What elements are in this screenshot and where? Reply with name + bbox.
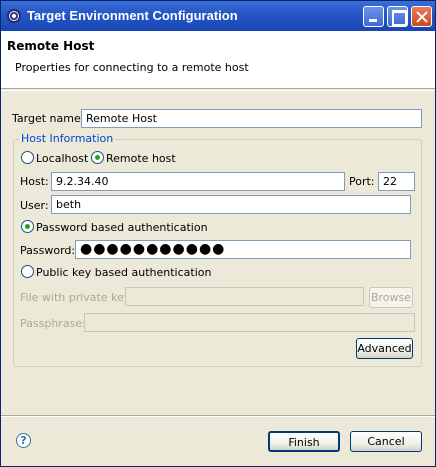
password-input[interactable]: ●●●●●●●●●●● [75,240,411,259]
public-key-auth-label[interactable]: Public key based authentication [36,266,211,279]
port-label: Port: [349,175,375,188]
eclipse-logo-icon [7,9,21,23]
host-input[interactable]: 9.2.34.40 [51,172,345,191]
localhost-label[interactable]: Localhost [36,152,88,165]
remote-host-label[interactable]: Remote host [106,152,176,165]
port-input[interactable]: 22 [378,172,415,191]
help-icon[interactable]: ? [16,433,31,448]
close-button[interactable] [411,6,432,27]
passphrase-label: Passphrase: [20,317,86,330]
host-label: Host: [20,175,49,188]
browse-button[interactable]: Browse [369,287,413,308]
page-description: Properties for connecting to a remote ho… [15,61,249,74]
password-auth-label[interactable]: Password based authentication [36,221,208,234]
user-label: User: [20,199,49,212]
private-key-label: File with private key: [20,291,134,304]
cancel-button[interactable]: Cancel [350,431,422,452]
public-key-auth-radio[interactable] [21,265,34,278]
private-key-input[interactable] [125,287,364,306]
password-label: Password: [20,244,76,257]
footer-separator [1,415,435,417]
target-name-input[interactable]: Remote Host [81,109,422,128]
finish-button[interactable]: Finish [268,431,340,452]
passphrase-input[interactable] [84,313,415,332]
host-information-title: Host Information [19,132,116,145]
dialog-window: Target Environment Configuration Remote … [0,0,436,467]
window-title: Target Environment Configuration [27,8,238,23]
title-bar[interactable]: Target Environment Configuration [1,1,435,31]
target-name-label: Target name: [12,112,85,125]
password-auth-radio[interactable] [21,220,34,233]
remote-host-radio[interactable] [91,151,104,164]
page-title: Remote Host [7,39,95,53]
advanced-button[interactable]: Advanced [356,338,413,359]
banner-divider [1,90,435,91]
localhost-radio[interactable] [21,151,34,164]
header-banner: Remote Host Properties for connecting to… [1,31,435,89]
minimize-button[interactable] [363,6,384,27]
user-input[interactable]: beth [51,195,411,214]
maximize-button[interactable] [387,6,408,27]
